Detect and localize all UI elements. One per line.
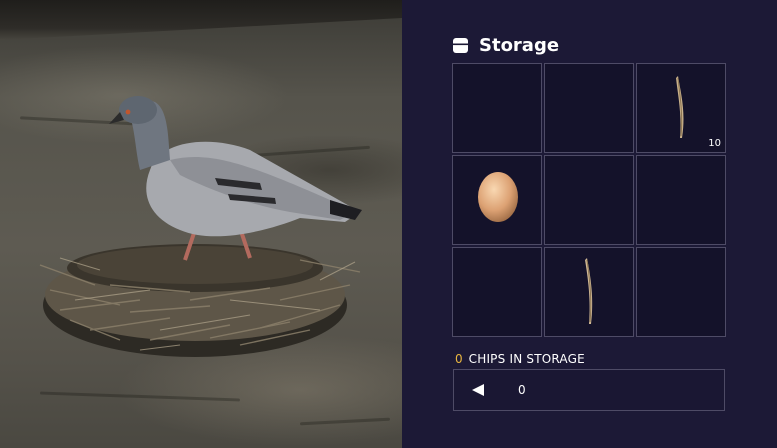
nest-with-pigeon (39, 96, 362, 357)
storage-slot-empty[interactable] (452, 247, 542, 337)
egg-icon (478, 172, 518, 222)
storage-slot-twig[interactable] (544, 247, 634, 337)
storage-slot-twig[interactable]: 10 (636, 63, 726, 153)
chips-label: CHIPS IN STORAGE (468, 352, 585, 366)
storage-slot-empty[interactable] (636, 155, 726, 245)
game-scene (0, 0, 402, 448)
pigeon (109, 96, 362, 261)
storage-title: Storage (479, 34, 560, 56)
storage-slot-empty[interactable] (636, 247, 726, 337)
storage-box-icon (453, 37, 468, 53)
slot-item-count: 10 (708, 138, 721, 149)
storage-slot-empty[interactable] (544, 63, 634, 153)
chip-transfer-value: 0 (518, 383, 526, 397)
chips-count: 0 (455, 352, 463, 366)
nest (39, 244, 361, 357)
storage-header: Storage (452, 34, 559, 56)
storage-slot-egg[interactable] (452, 155, 542, 245)
storage-slot-empty[interactable] (544, 155, 634, 245)
storage-slot-empty[interactable] (452, 63, 542, 153)
chips-in-storage: 0 CHIPS IN STORAGE (455, 352, 585, 366)
left-arrow-icon[interactable] (471, 383, 485, 397)
storage-panel: Storage 10 0 CHIPS IN STORAGE 0 (402, 0, 777, 448)
storage-grid: 10 (452, 63, 728, 339)
twig-icon (585, 258, 593, 324)
chip-transfer-field[interactable]: 0 (453, 369, 725, 411)
